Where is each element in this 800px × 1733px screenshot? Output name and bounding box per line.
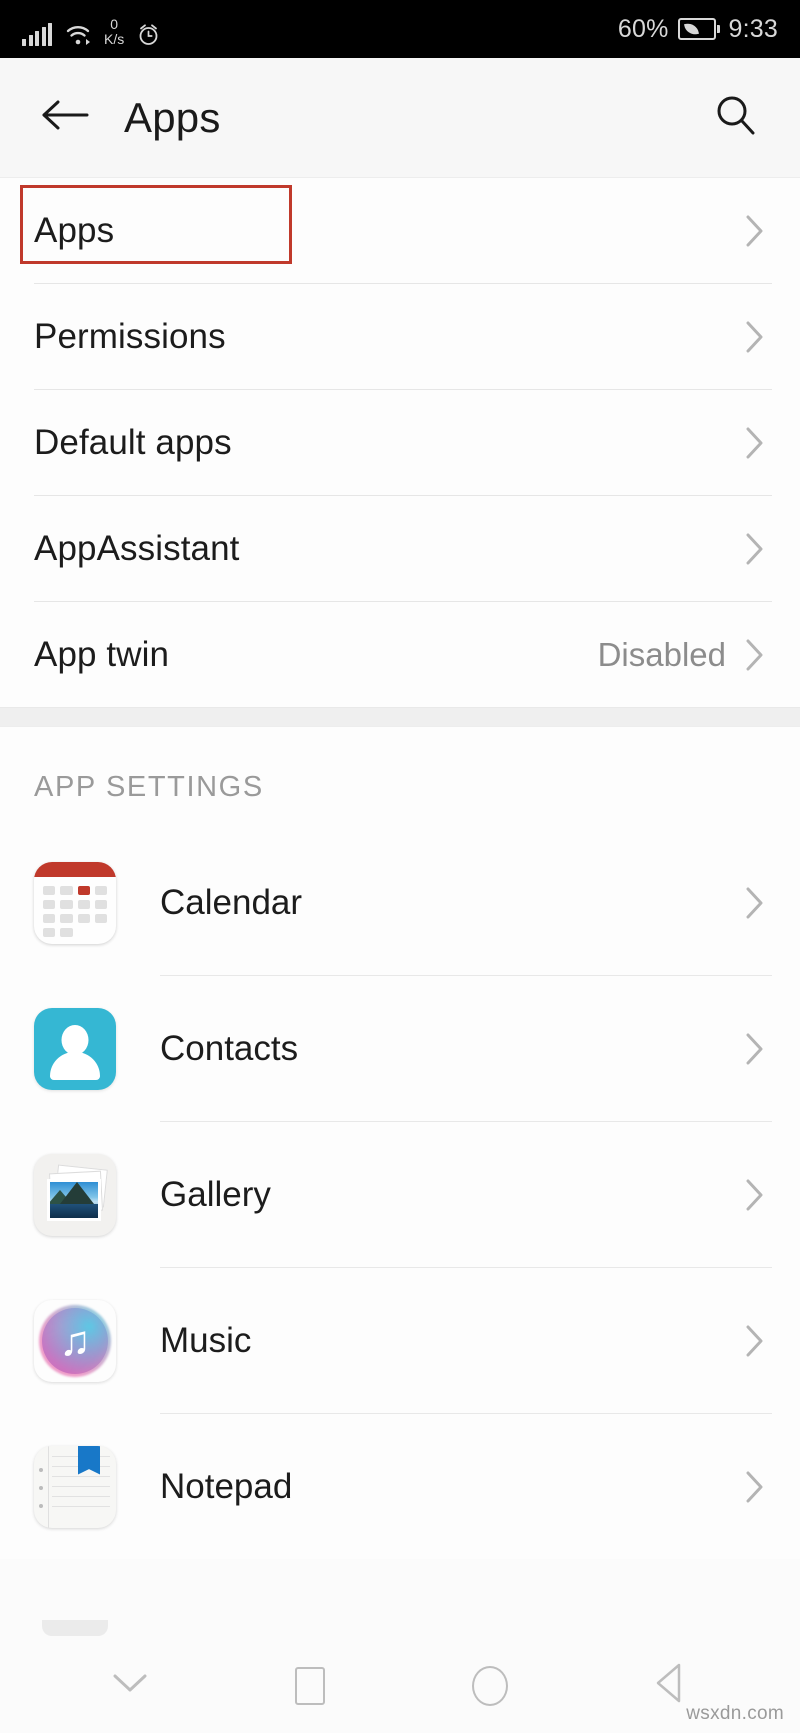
chevron-right-icon [744,531,766,567]
list-item-label: Default apps [34,422,232,462]
music-app-icon: ♫ [34,1299,116,1382]
list-item-default-apps[interactable]: Default apps [0,390,800,495]
contacts-app-icon [34,1007,116,1090]
chevron-right-icon [744,1177,766,1213]
network-speed-unit: K/s [104,31,125,47]
app-item-notepad[interactable]: Notepad [0,1414,800,1559]
battery-percent-label: 60% [617,14,669,43]
chevron-right-icon [744,1323,766,1359]
navigation-bar [0,1638,800,1733]
app-item-label: Calendar [160,882,303,922]
phone-screen: 0 K/s 60% 9:33 Apps Apps Permissions Def… [0,0,800,1733]
wifi-icon [65,24,91,46]
app-item-label: Gallery [160,1174,271,1214]
list-item-label: Apps [34,210,115,250]
list-item-appassistant[interactable]: AppAssistant [0,496,800,601]
home-circle-icon [472,1665,508,1706]
app-item-contacts[interactable]: Contacts [0,976,800,1121]
app-item-gallery[interactable]: Gallery [0,1122,800,1267]
chevron-right-icon [744,1469,766,1505]
back-arrow-icon [39,97,91,138]
list-item-app-twin[interactable]: App twin Disabled [0,602,800,707]
hide-keyboard-chevron-icon [109,1669,151,1702]
gallery-app-icon [34,1153,116,1236]
settings-list: Apps Permissions Default apps AppAssista… [0,178,800,707]
status-bar-left: 0 K/s [22,12,160,46]
app-settings-list: Calendar Contacts Gallery ♫ Music Notepa… [0,830,800,1559]
chevron-right-icon [744,213,766,249]
back-triangle-icon [652,1661,688,1710]
calendar-app-icon [34,861,116,944]
hide-keyboard-button[interactable] [90,1655,170,1717]
notepad-app-icon [34,1445,116,1528]
chevron-right-icon [744,425,766,461]
list-item-permissions[interactable]: Permissions [0,284,800,389]
app-item-label: Notepad [160,1466,293,1506]
back-button[interactable] [34,87,96,149]
chevron-right-icon [744,319,766,355]
list-item-value: Disabled [597,635,726,673]
section-header-app-settings: APP SETTINGS [0,727,800,830]
chevron-right-icon [744,885,766,921]
recents-button[interactable] [270,1655,350,1717]
app-item-music[interactable]: ♫ Music [0,1268,800,1413]
list-item-label: Permissions [34,316,226,356]
recents-square-icon [295,1666,325,1705]
chevron-right-icon [744,1031,766,1067]
status-bar-clock: 9:33 [728,14,778,43]
network-speed-indicator: 0 K/s [104,17,124,46]
alarm-clock-icon [137,23,160,46]
status-bar: 0 K/s 60% 9:33 [0,0,800,58]
app-item-label: Contacts [160,1028,299,1068]
list-item-label: AppAssistant [34,528,240,568]
chevron-right-icon [744,637,766,673]
app-item-calendar[interactable]: Calendar [0,830,800,975]
section-separator-band [0,707,800,727]
watermark-label: wsxdn.com [686,1703,784,1724]
home-button[interactable] [450,1655,530,1717]
page-title: Apps [124,93,221,141]
battery-saver-icon [677,18,720,40]
list-item-label: App twin [34,634,170,674]
status-bar-right: 60% 9:33 [618,15,778,44]
app-bar: Apps [0,58,800,178]
search-icon [711,91,759,144]
app-item-label: Music [160,1320,252,1360]
partial-next-item [42,1620,108,1636]
signal-bars-icon [22,23,52,46]
search-button[interactable] [704,87,766,149]
network-speed-value: 0 [110,16,119,32]
list-item-apps[interactable]: Apps [0,178,800,283]
